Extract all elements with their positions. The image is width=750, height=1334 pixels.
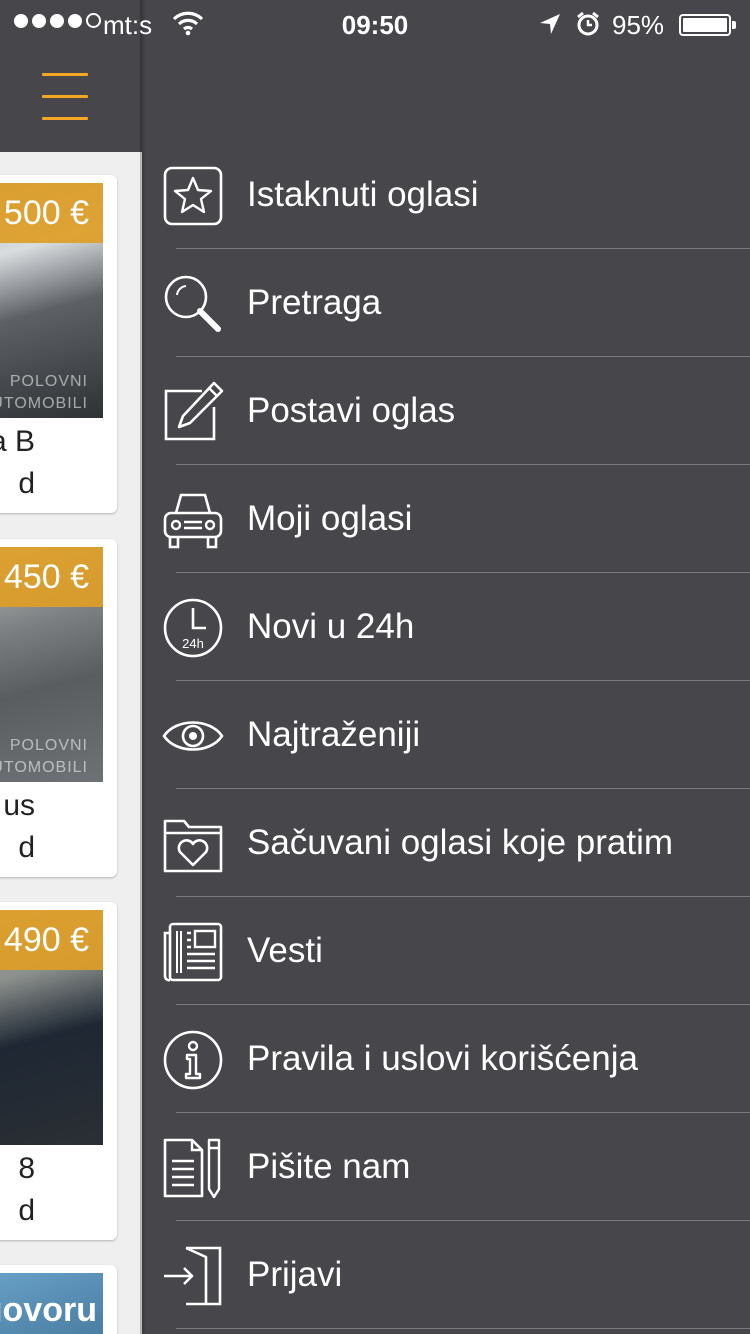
menu-item-pravila-i-uslovi[interactable]: Pravila i uslovi korišćenja (142, 1005, 750, 1113)
menu-item-label: Prijavi (247, 1255, 343, 1294)
menu-item-label: Postavi oglas (247, 391, 456, 430)
menu-item-label: Novi u 24h (247, 607, 415, 646)
menu-item-pretraga[interactable]: Pretraga (142, 249, 750, 357)
menu-item-sacuvani-oglasi[interactable]: Sačuvani oglasi koje pratim (142, 789, 750, 897)
menu-item-istaknuti-oglasi[interactable]: Istaknuti oglasi (142, 141, 750, 249)
listing-title: a B (0, 425, 35, 458)
menu-item-label: Najtraženiji (247, 715, 421, 754)
newspaper-icon (163, 922, 223, 982)
menu-item-label: Vesti (247, 931, 323, 970)
star-icon (163, 166, 223, 226)
eye-icon (162, 721, 224, 751)
listing-card[interactable]: 500 € POLOVNI AUTOMOBILI a B d (0, 175, 117, 513)
menu-item-vesti[interactable]: Vesti (142, 897, 750, 1005)
banner-photo: govoru (0, 1273, 103, 1334)
price-badge: 450 € (0, 547, 103, 607)
menu-item-novi-u-24h[interactable]: 24h Novi u 24h (142, 573, 750, 681)
price-badge: 500 € (0, 183, 103, 243)
side-menu: Istaknuti oglasi Pretraga Postavi oglas (142, 141, 750, 1329)
clock-24h-icon: 24h (163, 598, 223, 658)
listing-subtitle: d (18, 1194, 35, 1227)
watermark-text: AUTOMOBILI (0, 395, 88, 412)
menu-item-pisite-nam[interactable]: Pišite nam (142, 1113, 750, 1221)
banner-text: govoru (0, 1291, 97, 1329)
info-icon (163, 1030, 223, 1090)
car-photo: 500 € POLOVNI AUTOMOBILI (0, 183, 103, 418)
car-photo: 490 € (0, 910, 103, 1145)
menu-item-label: Pretraga (247, 283, 382, 322)
location-arrow-icon (540, 14, 560, 34)
edit-icon (164, 381, 224, 441)
hamburger-menu-icon[interactable] (42, 70, 88, 122)
login-icon (164, 1246, 222, 1306)
menu-item-najtrazeniji[interactable]: Najtraženiji (142, 681, 750, 789)
watermark-text: POLOVNI (9, 737, 88, 754)
folder-heart-icon (163, 819, 223, 873)
write-document-icon (163, 1138, 221, 1199)
menu-item-postavi-oglas[interactable]: Postavi oglas (142, 357, 750, 465)
menu-item-label: Pišite nam (247, 1147, 411, 1186)
listing-card[interactable]: 450 € POLOVNI AUTOMOBILI us d (0, 539, 117, 877)
listing-card[interactable]: govoru (0, 1265, 117, 1334)
price-badge: 490 € (0, 910, 103, 970)
listing-title: 8 (18, 1152, 35, 1185)
watermark-text: AUTOMOBILI (0, 759, 88, 776)
status-bar: mt:s 09:50 95% (0, 0, 750, 50)
menu-item-prijavi[interactable]: Prijavi (142, 1221, 750, 1329)
listing-card[interactable]: 490 € 8 d (0, 902, 117, 1240)
watermark-text: POLOVNI (9, 373, 88, 390)
battery-percent: 95% (612, 10, 665, 40)
listing-subtitle: d (18, 831, 35, 864)
menu-item-label: Istaknuti oglasi (247, 175, 479, 214)
listing-panel: 500 € POLOVNI AUTOMOBILI a B d 450 € POL… (0, 0, 142, 1334)
search-icon (164, 275, 221, 332)
menu-item-label: Moji oglasi (247, 499, 413, 538)
menu-item-label: Sačuvani oglasi koje pratim (247, 823, 674, 862)
battery-icon (679, 14, 736, 36)
car-photo: 450 € POLOVNI AUTOMOBILI (0, 547, 103, 782)
listing-title: us (3, 789, 35, 822)
menu-divider (176, 1328, 750, 1329)
menu-item-label: Pravila i uslovi korišćenja (247, 1039, 638, 1078)
menu-item-moji-oglasi[interactable]: Moji oglasi (142, 465, 750, 573)
listing-subtitle: d (18, 467, 35, 500)
alarm-clock-icon (577, 11, 599, 36)
car-icon (163, 493, 223, 549)
clock-24h-icon-text: 24h (182, 636, 204, 651)
